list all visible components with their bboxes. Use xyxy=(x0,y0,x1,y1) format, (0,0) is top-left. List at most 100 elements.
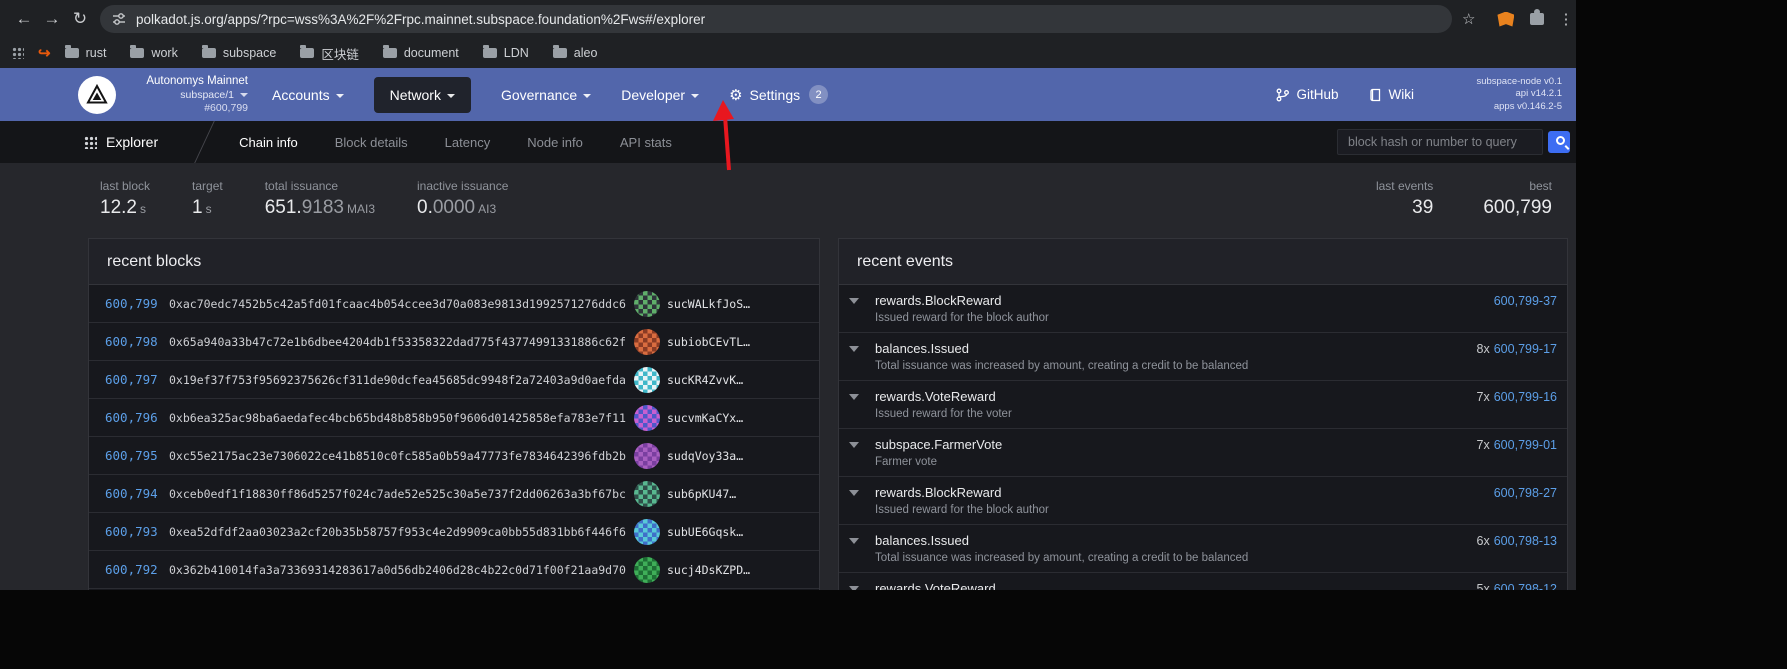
folder-icon xyxy=(202,48,216,58)
bookmark-folder-aleo[interactable]: aleo xyxy=(553,46,598,60)
author-address: sucKR4ZvvK… xyxy=(667,373,743,387)
nav-item-governance[interactable]: Governance xyxy=(501,87,591,103)
folder-icon xyxy=(65,48,79,58)
tab-block-details[interactable]: Block details xyxy=(335,135,408,150)
block-number-link[interactable]: 600,798 xyxy=(89,334,169,349)
block-author[interactable]: sub6pKU47… xyxy=(634,481,819,507)
event-description: Issued reward for the block author xyxy=(875,312,1490,324)
section-title[interactable]: Explorer xyxy=(106,134,158,150)
settings-badge: 2 xyxy=(809,85,828,104)
identicon-icon xyxy=(634,557,660,583)
stat-best: best 600,799 xyxy=(1483,179,1552,238)
bookmark-folder-document[interactable]: document xyxy=(383,46,459,60)
expand-caret-icon[interactable] xyxy=(849,586,859,590)
nav-item-settings[interactable]: ⚙ Settings 2 xyxy=(729,85,828,104)
block-author[interactable]: subUE6Gqsk… xyxy=(634,519,819,545)
block-author[interactable]: sudqVoy33a… xyxy=(634,443,819,469)
block-author[interactable]: subiobCEvTL… xyxy=(634,329,819,355)
search-icon xyxy=(1556,136,1565,145)
chain-best-block: #600,799 xyxy=(126,102,248,115)
recent-events-title: recent events xyxy=(839,239,1567,285)
query-search-button[interactable] xyxy=(1548,131,1570,153)
chevron-down-icon xyxy=(691,94,699,98)
back-button[interactable]: ← xyxy=(10,9,38,29)
chevron-down-icon xyxy=(447,94,455,98)
tab-node-info[interactable]: Node info xyxy=(527,135,583,150)
block-number-link[interactable]: 600,797 xyxy=(89,372,169,387)
nav-item-accounts[interactable]: Accounts xyxy=(272,87,344,103)
tab-api-stats[interactable]: API stats xyxy=(620,135,672,150)
nav-item-network[interactable]: Network xyxy=(374,77,471,113)
site-settings-icon[interactable] xyxy=(112,12,126,26)
reload-button[interactable]: ↻ xyxy=(66,9,94,29)
block-query-input[interactable] xyxy=(1337,129,1543,155)
block-author[interactable]: sucj4DsKZPD… xyxy=(634,557,819,583)
metamask-extension-icon[interactable] xyxy=(1497,12,1514,27)
bookmark-star-icon[interactable]: ☆ xyxy=(1462,10,1475,28)
github-link[interactable]: GitHub xyxy=(1276,87,1338,102)
url-bar[interactable]: polkadot.js.org/apps/?rpc=wss%3A%2F%2Frp… xyxy=(100,5,1452,33)
block-hash: 0xb6ea325ac98ba6aedafec4bcb65bd48b858b95… xyxy=(169,411,634,425)
block-author[interactable]: sucWALkfJoS… xyxy=(634,291,819,317)
event-block-link[interactable]: 600,799-37 xyxy=(1494,294,1557,308)
nav-item-developer[interactable]: Developer xyxy=(621,87,699,103)
block-number-link[interactable]: 600,796 xyxy=(89,410,169,425)
event-block-link[interactable]: 600,799-16 xyxy=(1494,390,1557,404)
event-name: rewards.BlockReward xyxy=(875,293,1490,308)
expand-caret-icon[interactable] xyxy=(849,394,859,400)
expand-caret-icon[interactable] xyxy=(849,346,859,352)
bookmark-folder-ldn[interactable]: LDN xyxy=(483,46,529,60)
block-author[interactable]: sucKR4ZvvK… xyxy=(634,367,819,393)
event-block-link[interactable]: 600,799-17 xyxy=(1494,342,1557,356)
bookmarks-bar: ↪ rust work subspace 区块链 document LDN al… xyxy=(0,38,1576,68)
block-hash: 0x65a940a33b47c72e1b6dbee4204db1f5335832… xyxy=(169,335,634,349)
bookmark-folder-work[interactable]: work xyxy=(130,46,177,60)
event-block-link[interactable]: 600,799-01 xyxy=(1494,438,1557,452)
block-number-link[interactable]: 600,792 xyxy=(89,562,169,577)
event-name: rewards.VoteReward xyxy=(875,581,1477,590)
block-query xyxy=(1337,129,1570,155)
extensions-puzzle-icon[interactable] xyxy=(1530,13,1544,25)
recent-events-panel: recent events rewards.BlockReward Issued… xyxy=(838,238,1568,590)
autonomys-logo[interactable] xyxy=(78,76,116,114)
block-number-link[interactable]: 600,794 xyxy=(89,486,169,501)
folder-icon xyxy=(383,48,397,58)
identicon-icon xyxy=(634,291,660,317)
network-selector[interactable]: Autonomys Mainnet subspace/1 #600,799 xyxy=(126,74,248,115)
event-block-link[interactable]: 600,798-27 xyxy=(1494,486,1557,500)
bookmark-favicon-arrow[interactable]: ↪ xyxy=(38,44,51,62)
event-name: balances.Issued xyxy=(875,341,1477,356)
wiki-link[interactable]: Wiki xyxy=(1369,87,1415,102)
browser-window: ← → ↻ polkadot.js.org/apps/?rpc=wss%3A%2… xyxy=(0,0,1576,590)
main-nav: Accounts Network Governance Developer ⚙ … xyxy=(272,77,828,113)
url-text: polkadot.js.org/apps/?rpc=wss%3A%2F%2Frp… xyxy=(136,12,705,27)
expand-caret-icon[interactable] xyxy=(849,538,859,544)
wiki-label: Wiki xyxy=(1389,87,1415,102)
table-row: 600,792 0x362b410014fa3a73369314283617a0… xyxy=(89,551,819,589)
apps-grid-icon[interactable] xyxy=(12,47,24,59)
table-row: 600,795 0xc55e2175ac23e7306022ce41b8510c… xyxy=(89,437,819,475)
list-item: rewards.BlockReward Issued reward for th… xyxy=(839,285,1567,333)
block-number-link[interactable]: 600,793 xyxy=(89,524,169,539)
expand-caret-icon[interactable] xyxy=(849,442,859,448)
settings-label: Settings xyxy=(750,87,801,103)
identicon-icon xyxy=(634,519,660,545)
tabs: Chain info Block details Latency Node in… xyxy=(239,135,672,150)
bookmark-folder-subspace[interactable]: subspace xyxy=(202,46,277,60)
expand-caret-icon[interactable] xyxy=(849,490,859,496)
browser-menu-icon[interactable]: ⋮ xyxy=(1558,10,1573,28)
bookmark-folder-blockchain[interactable]: 区块链 xyxy=(300,44,359,63)
block-hash: 0xc55e2175ac23e7306022ce41b8510c0fc585a0… xyxy=(169,449,634,463)
tab-chain-info[interactable]: Chain info xyxy=(239,135,298,150)
explorer-tab-bar: Explorer Chain info Block details Latenc… xyxy=(0,121,1576,163)
event-block-link[interactable]: 600,798-13 xyxy=(1494,534,1557,548)
bookmark-folder-rust[interactable]: rust xyxy=(65,46,107,60)
expand-caret-icon[interactable] xyxy=(849,298,859,304)
forward-button[interactable]: → xyxy=(38,9,66,29)
block-author[interactable]: sucvmKaCYx… xyxy=(634,405,819,431)
tab-latency[interactable]: Latency xyxy=(445,135,491,150)
event-block-link[interactable]: 600,798-12 xyxy=(1494,582,1557,590)
block-number-link[interactable]: 600,799 xyxy=(89,296,169,311)
block-number-link[interactable]: 600,795 xyxy=(89,448,169,463)
folder-icon xyxy=(300,48,314,58)
